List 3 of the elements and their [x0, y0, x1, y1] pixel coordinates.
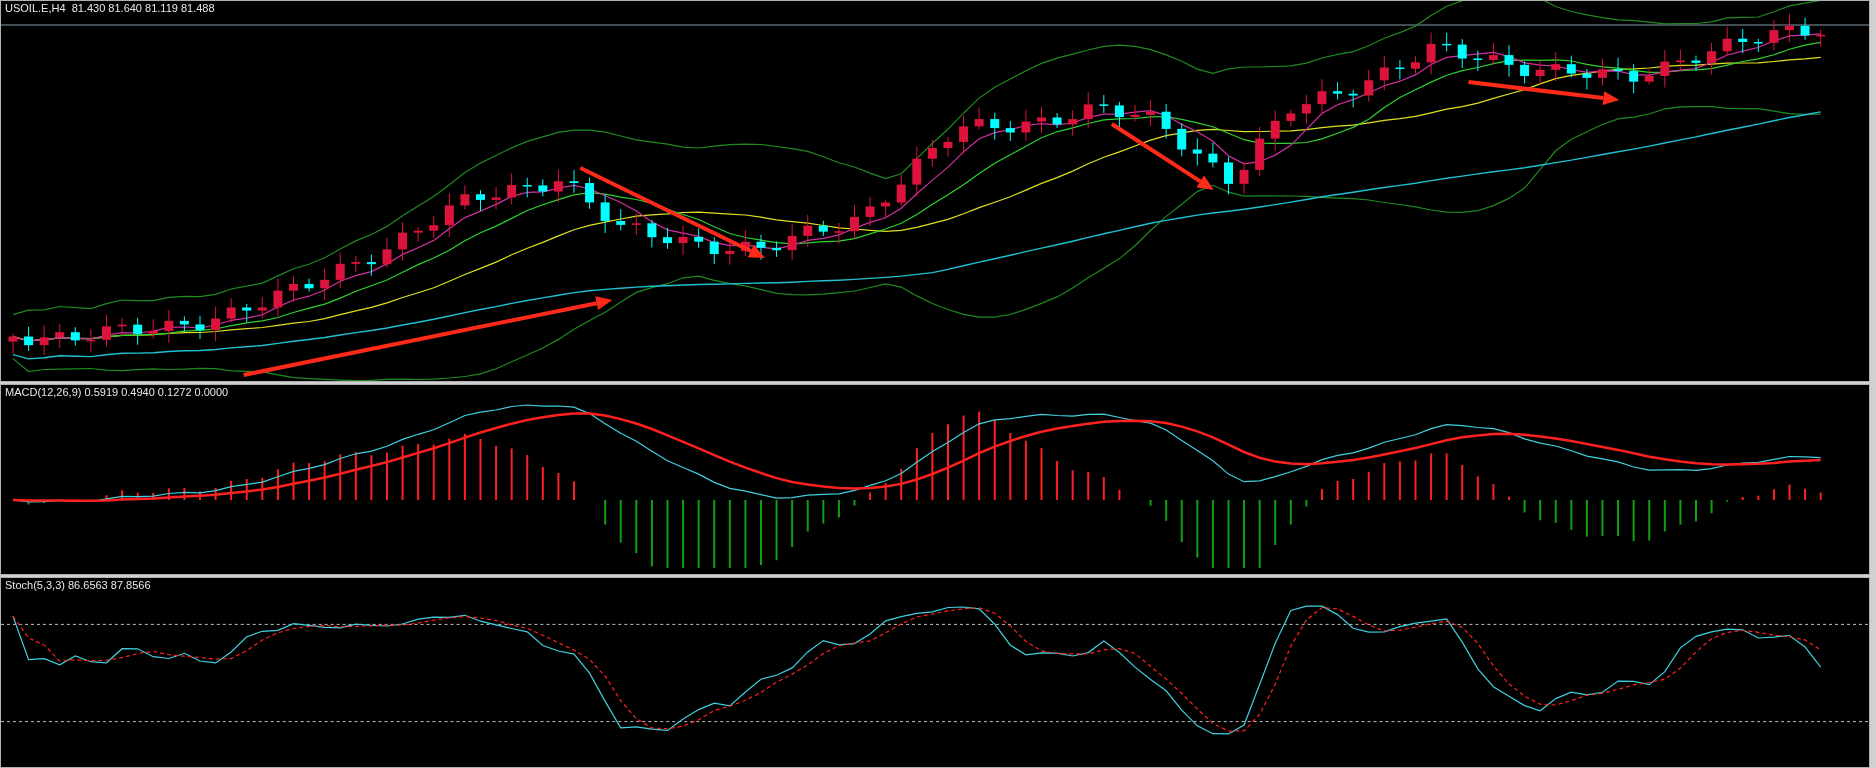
price-chart-label: USOIL.E,H4 81.430 81.640 81.119 81.488 [5, 2, 215, 15]
macd-indicator-label: MACD(12,26,9) 0.5919 0.4940 0.1272 0.0000 [5, 386, 229, 399]
stochastic-indicator-label: Stoch(5,3,3) 86.6563 87.8566 [5, 579, 151, 592]
